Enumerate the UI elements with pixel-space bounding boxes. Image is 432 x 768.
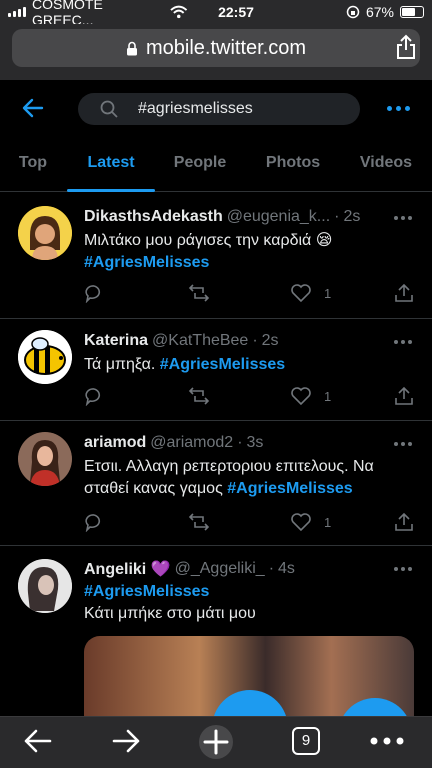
tweet-more-icon[interactable] xyxy=(394,442,412,446)
browser-back-icon[interactable] xyxy=(22,727,52,755)
like-icon[interactable] xyxy=(290,512,312,532)
author-name[interactable]: Angeliki 💜 xyxy=(84,559,171,579)
browser-toolbar: mobile.twitter.com xyxy=(0,24,432,80)
tab-top[interactable]: Top xyxy=(10,136,56,192)
hashtag-link[interactable]: #AgriesMelisses xyxy=(160,356,285,373)
tweet-time: 2s xyxy=(261,332,279,349)
tweet-text: #AgriesMelisses Κάτι μπήκε στο μάτι μου xyxy=(84,581,414,625)
search-header: #agriesmelisses xyxy=(0,80,432,136)
search-query: #agriesmelisses xyxy=(138,100,253,117)
search-tabs: Top Latest People Photos Videos xyxy=(0,136,432,192)
tweet-actions: 1 xyxy=(84,386,414,410)
like-count: 1 xyxy=(324,285,332,301)
tweet-time: 4s xyxy=(278,560,295,577)
tweet-text: Τά μπηξα. #AgriesMelisses xyxy=(84,356,286,373)
retweet-icon[interactable] xyxy=(188,512,210,532)
like-count: 1 xyxy=(324,388,332,404)
tweet-text: Ετσιι. Αλλαγη ρεπερτοριου επιτελους. Να … xyxy=(84,458,374,497)
hashtag-link[interactable]: #AgriesMelisses xyxy=(84,581,414,603)
url-text: mobile.twitter.com xyxy=(145,36,307,59)
wifi-icon xyxy=(170,5,188,19)
avatar[interactable] xyxy=(18,206,72,260)
like-icon[interactable] xyxy=(290,283,312,303)
address-bar[interactable]: mobile.twitter.com xyxy=(12,29,420,67)
tweet-time: 2s xyxy=(343,208,361,225)
tweet[interactable]: DikasthsAdekasth @eugenia_k... · 2s Μιλτ… xyxy=(0,192,432,319)
author-name[interactable]: DikasthsAdekasth xyxy=(84,208,223,226)
tabs-button[interactable]: 9 xyxy=(292,727,320,755)
hashtag-link[interactable]: #AgriesMelisses xyxy=(84,252,414,274)
tweet[interactable]: ariamod @ariamod2 · 3s Ετσιι. Αλλαγη ρεπ… xyxy=(0,422,432,546)
tab-latest[interactable]: Latest xyxy=(67,136,155,192)
tweet-actions: 1 xyxy=(84,283,414,307)
retweet-icon[interactable] xyxy=(188,386,210,406)
author-handle[interactable]: @KatTheBee xyxy=(152,332,248,350)
retweet-icon[interactable] xyxy=(188,283,210,303)
browser-forward-icon[interactable] xyxy=(112,727,142,755)
battery-percent: 67% xyxy=(365,4,394,20)
back-arrow-icon[interactable] xyxy=(22,98,44,118)
browser-menu-icon[interactable] xyxy=(370,737,404,745)
lock-icon xyxy=(126,41,137,55)
avatar[interactable] xyxy=(18,432,72,486)
tab-videos[interactable]: Videos xyxy=(350,136,422,192)
tweet[interactable]: Katerina @KatTheBee · 2s Τά μπηξα. #Agri… xyxy=(0,320,432,421)
search-input[interactable]: #agriesmelisses xyxy=(78,93,360,125)
status-bar: COSMOTE GREEC... 22:57 67% xyxy=(0,0,432,28)
new-tab-icon[interactable] xyxy=(196,723,236,761)
author-name[interactable]: Katerina xyxy=(84,332,148,350)
author-handle[interactable]: @eugenia_k... xyxy=(227,208,330,226)
signal-icon xyxy=(8,7,26,17)
reply-icon[interactable] xyxy=(84,512,104,532)
browser-bottom-bar: 9 xyxy=(0,716,432,768)
orientation-lock-icon xyxy=(346,5,360,19)
tab-people[interactable]: People xyxy=(166,136,234,192)
battery-icon xyxy=(400,6,424,18)
more-options-icon[interactable] xyxy=(387,106,410,111)
clock: 22:57 xyxy=(218,4,254,20)
author-handle[interactable]: @ariamod2 xyxy=(150,434,233,452)
share-icon[interactable] xyxy=(396,34,416,60)
like-count: 1 xyxy=(324,514,332,530)
tweet-more-icon[interactable] xyxy=(394,216,412,220)
tweet-text: Μιλτάκο μου ράγισες την καρδιά 😪 #Agries… xyxy=(84,230,414,274)
like-icon[interactable] xyxy=(290,386,312,406)
tweet-more-icon[interactable] xyxy=(394,567,412,571)
avatar[interactable] xyxy=(18,330,72,384)
share-tweet-icon[interactable] xyxy=(394,386,414,406)
tab-photos[interactable]: Photos xyxy=(258,136,328,192)
hashtag-link[interactable]: #AgriesMelisses xyxy=(227,480,352,497)
avatar[interactable] xyxy=(18,559,72,613)
search-icon xyxy=(100,100,118,118)
reply-icon[interactable] xyxy=(84,386,104,406)
tweet-time: 3s xyxy=(246,434,264,451)
share-tweet-icon[interactable] xyxy=(394,512,414,532)
tweet-more-icon[interactable] xyxy=(394,340,412,344)
author-name[interactable]: ariamod xyxy=(84,434,146,452)
tweet-actions: 1 xyxy=(84,512,414,536)
author-handle[interactable]: @_Aggeliki_ xyxy=(175,560,265,578)
share-tweet-icon[interactable] xyxy=(394,283,414,303)
reply-icon[interactable] xyxy=(84,283,104,303)
